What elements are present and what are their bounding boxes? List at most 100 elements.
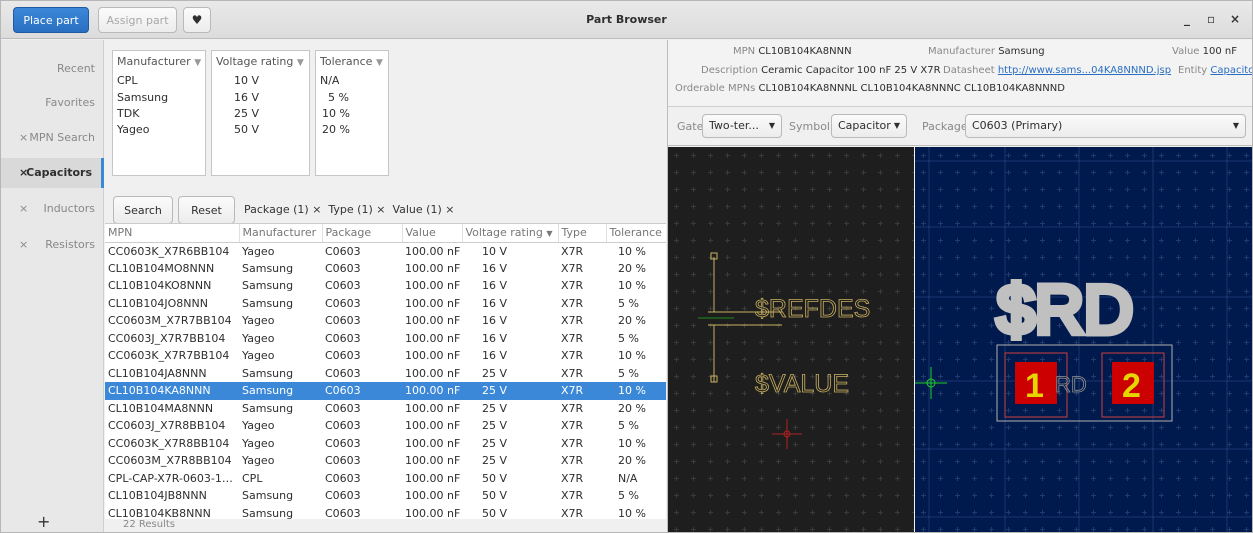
refdes-text: $REFDES [755, 295, 870, 323]
favorite-button[interactable]: ♥ [183, 7, 211, 33]
remove-chip-icon[interactable]: × [376, 203, 385, 216]
table-row[interactable]: CL10B104MA8NNN Samsung C0603 100.00 nF 25 V X… [105, 400, 666, 418]
cell-mpn: CL10B104KB8NNN [108, 506, 211, 519]
filter-chip-type[interactable]: Type (1) × [328, 203, 385, 216]
chevron-down-icon: ▼ [1232, 121, 1239, 130]
package-dropdown[interactable]: C0603 (Primary) ▼ [965, 114, 1246, 138]
chevron-down-icon: ▼ [194, 58, 202, 68]
sidebar-item-resistors[interactable]: × Resistors [1, 230, 104, 260]
filter-option[interactable]: 20 % [322, 123, 350, 136]
filter-option[interactable]: 10 V [234, 74, 259, 87]
cell-type: X7R [558, 382, 606, 400]
cell-manufacturer: Yageo [242, 436, 275, 450]
sidebar-item-label: Resistors [45, 238, 95, 251]
table-row[interactable]: CL10B104MO8NNN Samsung C0603 100.00 nF 16 V X… [105, 260, 666, 278]
table-row[interactable]: CC0603K_X7R8BB104 Yageo C0603 100.00 nF 25 V… [105, 435, 666, 453]
reset-button[interactable]: Reset [178, 196, 235, 224]
manufacturer-filter[interactable]: Manufacturer ▼ CPL Samsung TDK Yageo [112, 50, 206, 176]
maximize-button[interactable]: ▫ [1207, 12, 1215, 26]
pad-2-label: 2 [1122, 367, 1141, 405]
table-row[interactable]: CL10B104KB8NNN Samsung C0603 100.00 nF 50 V X… [105, 505, 666, 519]
filter-option[interactable]: Samsung [117, 91, 168, 104]
gate-dropdown[interactable]: Two-ter... ▼ [702, 114, 782, 138]
table-row[interactable]: CL10B104JB8NNN Samsung C0603 100.00 nF 50 V X… [105, 487, 666, 505]
sidebar-item-mpn-search[interactable]: × MPN Search [1, 123, 104, 153]
cell-tolerance: 5 % [618, 331, 639, 345]
filter-option[interactable]: 50 V [234, 123, 259, 136]
cell-type: X7R [561, 244, 584, 258]
tolerance-filter[interactable]: Tolerance ▼ N/A 5 % 10 % 20 % [315, 50, 389, 176]
add-tab-button[interactable]: + [37, 512, 50, 531]
filter-option[interactable]: Yageo [117, 123, 149, 136]
cell-tolerance: 10 % [618, 506, 646, 519]
table-row[interactable]: CC0603M_X7R7BB104 Yageo C0603 100.00 nF 16 V… [105, 312, 666, 330]
sidebar-item-favorites[interactable]: Favorites [1, 88, 104, 118]
manufacturer-info: Manufacturer Samsung [928, 46, 1045, 57]
table-row[interactable]: CL10B104JO8NNN Samsung C0603 100.00 nF 16 V X… [105, 295, 666, 313]
sidebar-item-capacitors[interactable]: × Capacitors [1, 158, 104, 188]
filter-option[interactable]: 5 % [328, 91, 349, 104]
parts-table: MPN Manufacturer Package Value Voltage r… [105, 223, 666, 519]
sidebar-item-label: Capacitors [26, 166, 92, 179]
gate-label: Gate [677, 120, 704, 133]
minimize-button[interactable]: _ [1184, 12, 1190, 26]
cell-tolerance: 10 % [606, 382, 666, 400]
table-row[interactable]: CC0603J_X7R7BB104 Yageo C0603 100.00 nF 16 V… [105, 330, 666, 348]
assign-part-button[interactable]: Assign part [98, 7, 177, 33]
column-header-value[interactable]: Value [402, 224, 463, 243]
cell-value: 100.00 nF [405, 401, 461, 415]
tolerance-filter-header[interactable]: Tolerance ▼ [320, 55, 383, 68]
filter-option[interactable]: CPL [117, 74, 137, 87]
cell-type: X7R [561, 366, 584, 380]
cell-value: 100.00 nF [405, 506, 461, 519]
package-preview-svg: $RD 1 2 RD [915, 147, 1252, 532]
datasheet-info: Datasheet http://www.sams...04KA8NNND.js… [943, 65, 1172, 76]
table-row[interactable]: CL10B104JA8NNN Samsung C0603 100.00 nF 25 V X… [105, 365, 666, 383]
cell-type: X7R [561, 314, 584, 328]
cell-manufacturer: Samsung [242, 296, 294, 310]
column-header-manufacturer[interactable]: Manufacturer [239, 224, 323, 243]
table-row[interactable]: CPL-CAP-X7R-0603-100... CPL C0603 100.00 nF… [105, 470, 666, 488]
column-header-package[interactable]: Package [322, 224, 403, 243]
selector-bar: Gate Two-ter... ▼ Symbol Capacitor ▼ Packa… [668, 106, 1252, 146]
table-row[interactable]: CL10B104KO8NNN Samsung C0603 100.00 nF 16 V X… [105, 277, 666, 295]
close-tab-icon[interactable]: × [19, 202, 28, 215]
close-tab-icon[interactable]: × [19, 131, 28, 144]
filter-chip-value[interactable]: Value (1) × [392, 203, 454, 216]
close-button[interactable]: × [1230, 12, 1240, 26]
symbol-preview-canvas[interactable]: $REFDES $VALUE [668, 147, 914, 532]
place-part-button[interactable]: Place part [13, 7, 89, 33]
table-row[interactable]: CC0603J_X7R8BB104 Yageo C0603 100.00 nF 25 V… [105, 417, 666, 435]
results-count: 22 Results [105, 519, 666, 532]
filter-option[interactable]: 16 V [234, 91, 259, 104]
cell-manufacturer: Samsung [242, 489, 294, 503]
table-row[interactable]: CL10B104KA8NNN Samsung C0603 100.00 nF 25 VX… [105, 382, 666, 400]
cell-mpn: CC0603J_X7R8BB104 [108, 419, 226, 433]
filter-option[interactable]: N/A [320, 74, 339, 87]
filter-option[interactable]: 10 % [322, 107, 350, 120]
manufacturer-filter-header[interactable]: Manufacturer ▼ [117, 55, 201, 68]
sidebar-item-recent[interactable]: Recent [1, 54, 104, 84]
filter-option[interactable]: TDK [117, 107, 139, 120]
search-button[interactable]: Search [113, 196, 173, 224]
remove-chip-icon[interactable]: × [445, 203, 454, 216]
column-header-tolerance[interactable]: Tolerance [606, 224, 666, 243]
entity-link[interactable]: Capacitor [1210, 65, 1252, 76]
remove-chip-icon[interactable]: × [312, 203, 321, 216]
voltage-filter-header[interactable]: Voltage rating ▼ [216, 55, 304, 68]
datasheet-link[interactable]: http://www.sams...04KA8NNND.jsp [998, 65, 1171, 76]
voltage-filter[interactable]: Voltage rating ▼ 10 V 16 V 25 V 50 V [211, 50, 310, 176]
column-header-type[interactable]: Type [558, 224, 607, 243]
sidebar-item-inductors[interactable]: × Inductors [1, 194, 104, 224]
table-row[interactable]: CC0603K_X7R6BB104 Yageo C0603 100.00 nF 10 V… [105, 242, 666, 260]
close-tab-icon[interactable]: × [19, 238, 28, 251]
table-row[interactable]: CC0603K_X7R7BB104 Yageo C0603 100.00 nF 16 V… [105, 347, 666, 365]
column-header-voltage[interactable]: Voltage rating ▼ [462, 224, 559, 243]
symbol-dropdown[interactable]: Capacitor ▼ [831, 114, 907, 138]
pad-1-label: 1 [1025, 367, 1044, 405]
column-header-mpn[interactable]: MPN [105, 224, 240, 243]
package-preview-canvas[interactable]: $RD 1 2 RD [915, 147, 1252, 532]
table-row[interactable]: CC0603M_X7R8BB104 Yageo C0603 100.00 nF 25 V… [105, 452, 666, 470]
filter-option[interactable]: 25 V [234, 107, 259, 120]
filter-chip-package[interactable]: Package (1) × [244, 203, 321, 216]
